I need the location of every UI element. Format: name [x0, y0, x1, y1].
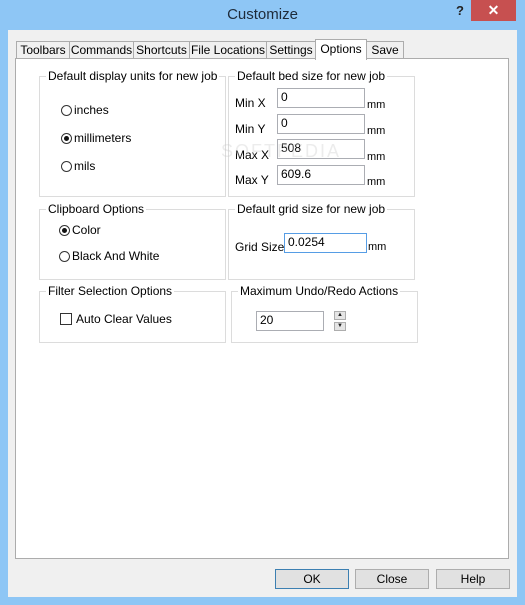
auto-clear-values-checkbox[interactable]: Auto Clear Values	[60, 312, 172, 326]
grid-size-unit: mm	[368, 241, 387, 253]
min-x-label: Min X	[235, 96, 266, 110]
help-icon[interactable]: ?	[453, 3, 467, 19]
filter-selection-group: Filter Selection Options Auto Clear Valu…	[39, 284, 226, 343]
max-x-label: Max X	[235, 148, 270, 162]
help-button[interactable]: Help	[436, 569, 510, 589]
tab-shortcuts[interactable]: Shortcuts	[133, 41, 190, 59]
radio-button[interactable]	[61, 160, 72, 172]
max-x-input[interactable]: 508	[277, 139, 365, 159]
radio-button[interactable]	[61, 104, 72, 116]
close-button[interactable]: Close	[355, 569, 429, 589]
dialog-client: Toolbars Commands Shortcuts File Locatio…	[8, 30, 517, 597]
options-panel: Default display units for new job inches…	[15, 58, 509, 559]
radio-button[interactable]	[59, 224, 70, 236]
radio-inches[interactable]: inches	[61, 103, 109, 117]
radio-label: Color	[72, 223, 101, 237]
title-bar[interactable]: Customize ? ✕	[0, 0, 525, 30]
undo-redo-input[interactable]: 20	[256, 311, 324, 331]
spin-down-button[interactable]: ▼	[334, 322, 346, 331]
close-icon: ✕	[487, 2, 500, 18]
tab-save[interactable]: Save	[366, 41, 404, 59]
undo-redo-group: Maximum Undo/Redo Actions 20 ▲ ▼	[231, 284, 418, 343]
tab-settings[interactable]: Settings	[266, 41, 316, 59]
radio-black-and-white[interactable]: Black And White	[59, 249, 159, 263]
radio-millimeters[interactable]: millimeters	[61, 131, 131, 145]
undo-redo-spinner: ▲ ▼	[334, 311, 346, 331]
min-y-label: Min Y	[235, 122, 266, 136]
clipboard-group: Clipboard Options Color Black And White	[39, 202, 226, 280]
clipboard-legend: Clipboard Options	[46, 202, 147, 216]
grid-size-group: Default grid size for new job Grid Size …	[228, 202, 415, 280]
tab-toolbars[interactable]: Toolbars	[16, 41, 70, 59]
spin-up-button[interactable]: ▲	[334, 311, 346, 320]
bed-size-legend: Default bed size for new job	[235, 69, 388, 83]
grid-size-input[interactable]: 0.0254	[284, 233, 367, 253]
display-units-group: Default display units for new job inches…	[39, 69, 226, 197]
close-window-button[interactable]: ✕	[471, 0, 516, 21]
grid-size-legend: Default grid size for new job	[235, 202, 388, 216]
radio-label: Black And White	[72, 249, 160, 263]
checkbox-label: Auto Clear Values	[76, 312, 172, 326]
radio-label: inches	[74, 103, 109, 117]
max-x-unit: mm	[367, 151, 386, 163]
tab-commands[interactable]: Commands	[69, 41, 134, 59]
tab-options[interactable]: Options	[315, 39, 367, 60]
tab-file-locations[interactable]: File Locations	[189, 41, 267, 59]
max-y-unit: mm	[367, 176, 386, 188]
min-y-input[interactable]: 0	[277, 114, 365, 134]
bed-size-group: Default bed size for new job Min X 0 mm …	[228, 69, 415, 197]
radio-label: mils	[74, 159, 96, 173]
radio-mils[interactable]: mils	[61, 159, 95, 173]
radio-label: millimeters	[74, 131, 132, 145]
radio-button[interactable]	[59, 250, 70, 262]
min-y-unit: mm	[367, 125, 386, 137]
grid-size-label: Grid Size	[235, 240, 285, 254]
max-y-input[interactable]: 609.6	[277, 165, 365, 185]
checkbox[interactable]	[60, 313, 72, 325]
customize-dialog: Customize ? ✕ Toolbars Commands Shortcut…	[0, 0, 525, 605]
filter-selection-legend: Filter Selection Options	[46, 284, 175, 298]
max-y-label: Max Y	[235, 173, 269, 187]
window-title: Customize	[227, 6, 298, 23]
radio-color[interactable]: Color	[59, 223, 101, 237]
undo-redo-legend: Maximum Undo/Redo Actions	[238, 284, 401, 298]
radio-button[interactable]	[61, 132, 72, 144]
ok-button[interactable]: OK	[275, 569, 349, 589]
min-x-unit: mm	[367, 99, 386, 111]
display-units-legend: Default display units for new job	[46, 69, 220, 83]
min-x-input[interactable]: 0	[277, 88, 365, 108]
